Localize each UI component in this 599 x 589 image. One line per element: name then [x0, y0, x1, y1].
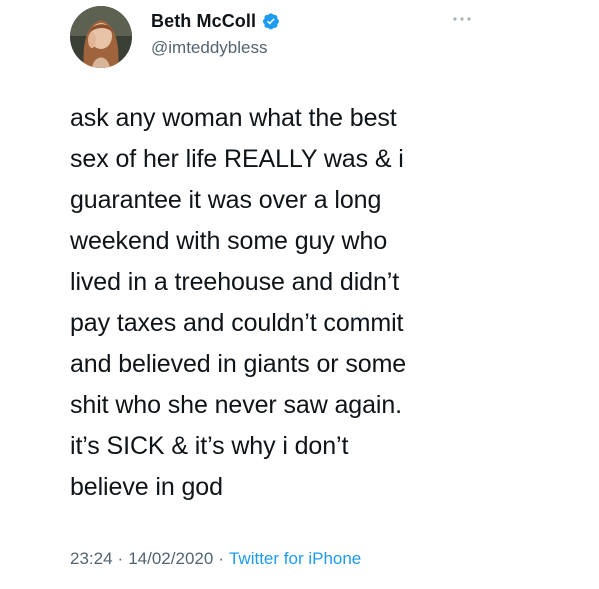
tweet-text: ask any woman what the best sex of her l… [70, 104, 407, 501]
display-name[interactable]: Beth McColl [151, 12, 256, 30]
tweet-time[interactable]: 23:24 [70, 549, 113, 568]
name-row: Beth McColl [151, 12, 280, 30]
tweet-source-link[interactable]: Twitter for iPhone [229, 549, 361, 568]
meta-separator: · [117, 549, 124, 568]
tweet-meta: 23:24 · 14/02/2020 · Twitter for iPhone [70, 549, 361, 569]
author-info: Beth McColl @imteddybless [151, 12, 280, 56]
avatar-photo [70, 6, 132, 68]
handle[interactable]: @imteddybless [151, 39, 280, 56]
tweet-date[interactable]: 14/02/2020 [128, 549, 213, 568]
more-options-icon[interactable] [450, 12, 474, 26]
verified-badge-icon [262, 12, 280, 30]
meta-separator: · [218, 549, 224, 568]
tweet-card: Beth McColl @imteddybless ask any woman … [0, 0, 599, 589]
avatar[interactable] [70, 6, 132, 68]
